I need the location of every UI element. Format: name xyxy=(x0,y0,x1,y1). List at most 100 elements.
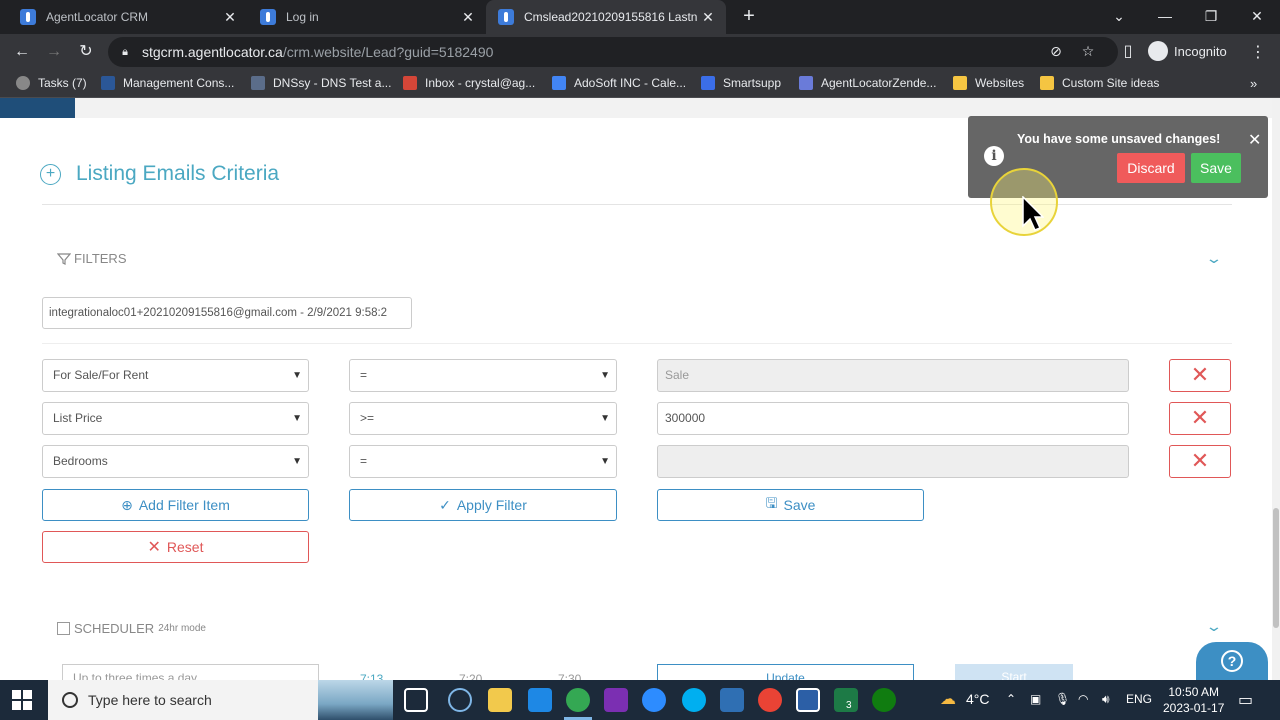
xbox-icon[interactable] xyxy=(872,688,896,712)
filter-value-input[interactable] xyxy=(657,445,1129,478)
bookmark-label: Smartsupp xyxy=(723,76,782,90)
bookmark-zendesk[interactable]: AgentLocatorZende... xyxy=(799,76,936,90)
help-button[interactable]: ? xyxy=(1196,642,1268,680)
bookmark-inbox[interactable]: Inbox - crystal@ag... xyxy=(403,76,535,90)
filter-operator-select[interactable]: >= ▼ xyxy=(349,402,617,435)
reset-filter-button[interactable]: ✕ Reset xyxy=(42,531,309,563)
scheduler-chevron-down-icon[interactable]: ⌄ xyxy=(1205,618,1223,635)
chrome-icon[interactable] xyxy=(566,688,590,712)
skype-icon[interactable] xyxy=(682,688,706,712)
update-button[interactable]: Update xyxy=(657,664,914,680)
wifi-icon[interactable]: ◠ xyxy=(1078,692,1088,706)
apply-filter-button[interactable]: ✓ Apply Filter xyxy=(349,489,617,521)
forward-icon[interactable]: → xyxy=(42,40,66,64)
filter-value-input[interactable]: 300000 xyxy=(657,402,1129,435)
eye-off-icon[interactable]: ⊘ xyxy=(1046,43,1066,61)
tab-search-chevron-icon[interactable]: ⌄ xyxy=(1104,4,1134,28)
remove-filter-button[interactable]: ✕ xyxy=(1169,402,1231,435)
reload-icon[interactable]: ↻ xyxy=(74,40,98,64)
weather-icon[interactable]: ☁ xyxy=(940,689,956,709)
tab-lead[interactable]: Cmslead20210209155816 Lastna ✕ xyxy=(486,0,726,34)
onenote-icon[interactable] xyxy=(604,688,628,712)
calendar-icon xyxy=(552,76,566,90)
save-button[interactable]: Save xyxy=(1191,153,1241,183)
close-icon: ✕ xyxy=(147,539,161,556)
lock-icon[interactable]: 🔒︎ xyxy=(118,46,132,59)
gmail-icon xyxy=(403,76,417,90)
bookmark-label: Management Cons... xyxy=(123,76,235,90)
more-bookmarks-icon[interactable]: » xyxy=(1250,76,1257,91)
kebab-menu-icon[interactable]: ⋮ xyxy=(1250,42,1266,62)
filter-field-select[interactable]: Bedrooms ▼ xyxy=(42,445,309,478)
start-button[interactable]: Start xyxy=(955,664,1073,680)
bookmark-tasks[interactable]: Tasks (7) xyxy=(16,76,87,90)
bookmark-star-icon[interactable]: ☆ xyxy=(1078,43,1098,61)
chrome-profile-icon[interactable] xyxy=(758,688,782,712)
tab-agentlocator-crm[interactable]: AgentLocator CRM ✕ xyxy=(8,0,248,34)
close-icon[interactable]: ✕ xyxy=(1248,130,1261,150)
bookmark-custom-site-ideas[interactable]: Custom Site ideas xyxy=(1040,76,1159,90)
bookmark-dnssy[interactable]: DNSsy - DNS Test a... xyxy=(251,76,391,90)
back-icon[interactable]: ← xyxy=(10,40,34,64)
save-filter-button[interactable]: 🖫 Save xyxy=(657,489,924,521)
taskbar-search[interactable]: Type here to search xyxy=(48,680,393,720)
discard-button[interactable]: Discard xyxy=(1117,153,1185,183)
language-indicator[interactable]: ENG xyxy=(1126,692,1152,706)
remove-filter-button[interactable]: ✕ xyxy=(1169,359,1231,392)
scheduler-header[interactable]: SCHEDULER 24hr mode xyxy=(57,621,206,636)
close-icon[interactable]: ✕ xyxy=(458,9,478,26)
plus-circle-icon[interactable]: + xyxy=(40,163,61,185)
system-clock[interactable]: 10:50 AM 2023-01-17 xyxy=(1163,684,1224,716)
add-filter-item-button[interactable]: ⊕ Add Filter Item xyxy=(42,489,309,521)
zoom-icon[interactable] xyxy=(642,688,666,712)
time-slot[interactable]: 7:30 xyxy=(558,664,594,680)
section-header[interactable]: + Listing Emails Criteria xyxy=(40,162,279,186)
select-value: Bedrooms xyxy=(53,454,108,468)
time-slot[interactable]: 7:13 xyxy=(360,664,396,680)
filters-chevron-down-icon[interactable]: ⌄ xyxy=(1205,250,1223,267)
window-close-icon[interactable]: ✕ xyxy=(1242,4,1272,28)
frequency-select[interactable]: Up to three times a day xyxy=(62,664,319,680)
restore-icon[interactable]: ❐ xyxy=(1196,4,1226,28)
cortana-icon[interactable] xyxy=(448,688,472,712)
filter-value-input[interactable]: Sale xyxy=(657,359,1129,392)
filter-field-select[interactable]: List Price ▼ xyxy=(42,402,309,435)
volume-icon[interactable]: 🔊︎ xyxy=(1102,692,1110,707)
task-view-icon[interactable] xyxy=(404,688,428,712)
bookmark-adosoft[interactable]: AdoSoft INC - Cale... xyxy=(552,76,686,90)
scroll-thumb[interactable] xyxy=(1273,508,1279,628)
filter-operator-select[interactable]: = ▼ xyxy=(349,445,617,478)
show-hidden-icons-chevron-icon[interactable]: ⌃ xyxy=(1006,692,1016,706)
filter-operator-select[interactable]: = ▼ xyxy=(349,359,617,392)
incognito-indicator[interactable]: Incognito xyxy=(1148,41,1227,61)
time-slot[interactable]: 7:20 xyxy=(459,664,495,680)
remove-filter-button[interactable]: ✕ xyxy=(1169,445,1231,478)
calculator-icon[interactable] xyxy=(720,688,744,712)
meet-now-icon[interactable]: ▣ xyxy=(1030,692,1041,706)
bookmark-websites[interactable]: Websites xyxy=(953,76,1024,90)
microphone-icon[interactable]: 🎙︎ xyxy=(1055,692,1070,706)
side-panel-icon[interactable]: ▯ xyxy=(1116,40,1140,64)
bookmark-management[interactable]: Management Cons... xyxy=(101,76,234,90)
bookmark-smartsupp[interactable]: Smartsupp xyxy=(701,76,781,90)
minimize-icon[interactable]: — xyxy=(1150,4,1180,28)
address-bar[interactable]: 🔒︎ stgcrm.agentlocator.ca /crm.website/L… xyxy=(108,37,1118,67)
filter-field-select[interactable]: For Sale/For Rent ▼ xyxy=(42,359,309,392)
mouse-cursor-icon xyxy=(1022,196,1044,231)
close-icon[interactable]: ✕ xyxy=(220,9,240,26)
weather-temp[interactable]: 4°C xyxy=(966,691,990,707)
tab-log-in[interactable]: Log in ✕ xyxy=(248,0,486,34)
new-tab-icon[interactable]: + xyxy=(738,5,760,27)
filters-header[interactable]: FILTERS xyxy=(57,251,127,266)
remote-desktop-icon[interactable] xyxy=(796,688,820,712)
file-explorer-icon[interactable] xyxy=(488,688,512,712)
scheduler-checkbox[interactable] xyxy=(57,622,70,635)
email-select[interactable]: integrationaloc01+20210209155816@gmail.c… xyxy=(42,297,412,329)
page-scrollbar[interactable] xyxy=(1272,98,1280,680)
close-icon[interactable]: ✕ xyxy=(698,9,718,26)
notifications-icon[interactable]: ▭ xyxy=(1238,690,1253,710)
mail-icon[interactable] xyxy=(528,688,552,712)
windows-start-icon[interactable] xyxy=(12,690,32,710)
info-icon: i xyxy=(984,146,1004,166)
bookmark-label: Tasks (7) xyxy=(38,76,87,90)
